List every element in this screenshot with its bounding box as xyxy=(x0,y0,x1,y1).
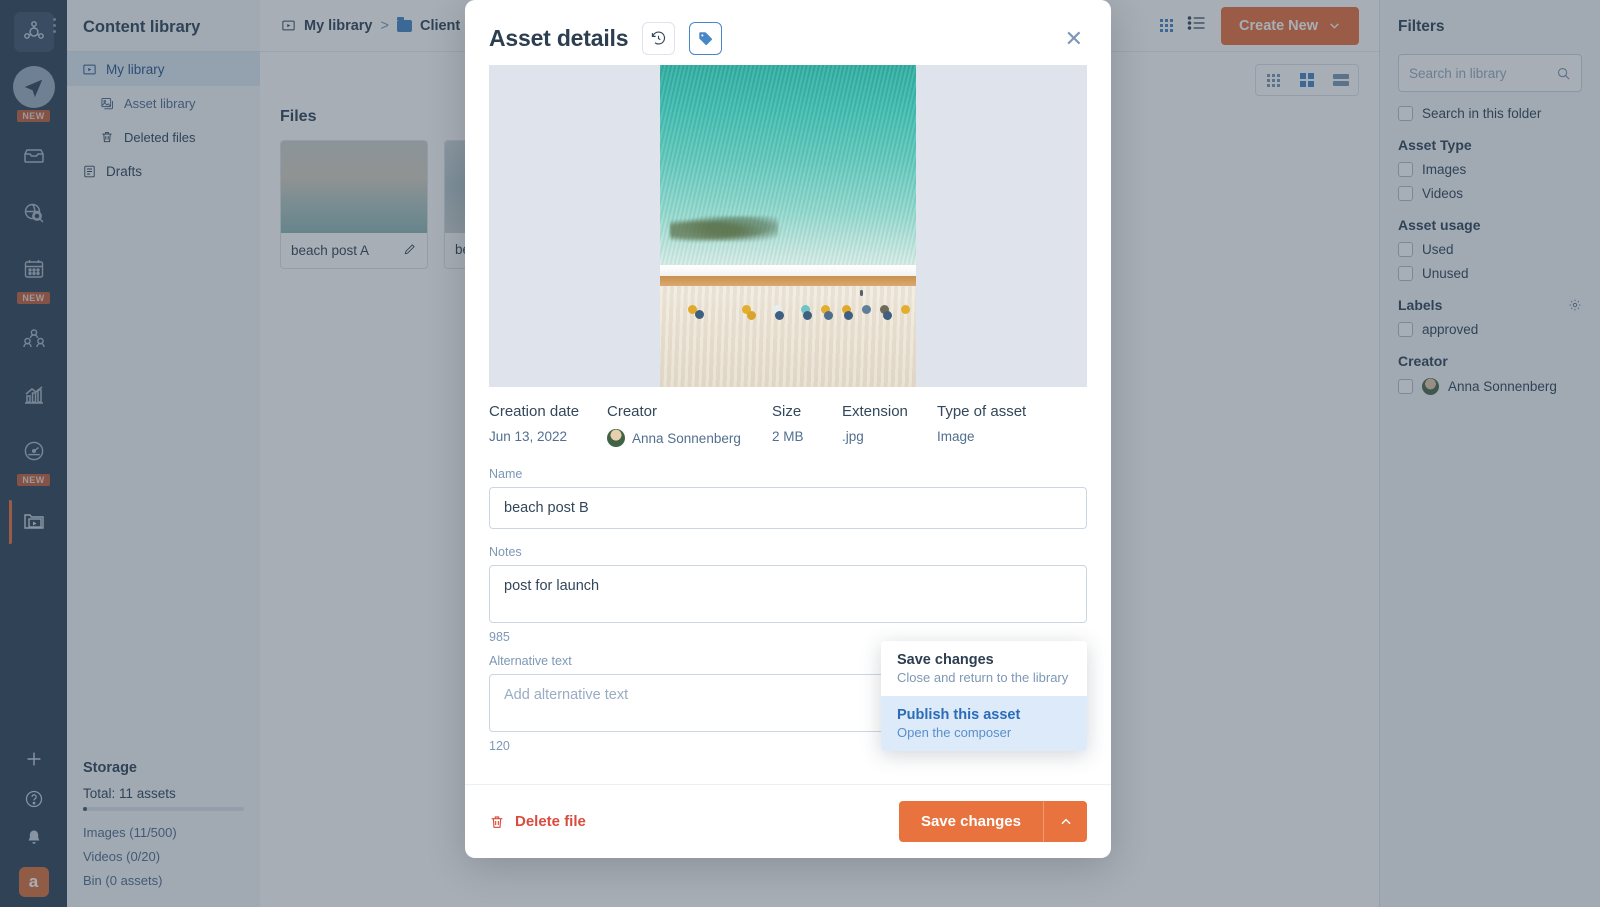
name-input[interactable]: beach post B xyxy=(489,487,1087,529)
modal-header: Asset details ✕ xyxy=(465,0,1111,65)
tags-button[interactable] xyxy=(689,22,723,55)
dropdown-item-subtitle: Open the composer xyxy=(897,725,1012,740)
meta-key: Creation date xyxy=(489,403,580,420)
delete-file-button[interactable]: Delete file xyxy=(489,813,586,830)
meta-key: Creator xyxy=(607,403,658,420)
asset-details-modal: Asset details ✕ Creation date Jun 13, 20… xyxy=(465,0,1111,858)
clock-rewind-icon xyxy=(652,31,666,45)
close-icon[interactable]: ✕ xyxy=(1061,24,1087,54)
notes-input[interactable]: post for launch xyxy=(489,565,1087,623)
tag-icon xyxy=(699,32,713,46)
save-button-group: Save changes xyxy=(898,801,1087,842)
asset-metadata: Creation date Jun 13, 2022 Creator Anna … xyxy=(489,387,1087,451)
dropdown-item-title: Publish this asset xyxy=(897,707,1021,723)
notes-label: Notes xyxy=(489,545,522,559)
modal-footer: Delete file Save changes xyxy=(465,784,1111,858)
meta-value: .jpg xyxy=(842,429,864,444)
dropdown-item-subtitle: Close and return to the library xyxy=(897,670,1069,685)
name-field-group: Name beach post B xyxy=(489,467,1087,529)
dropdown-item-publish-this-asset[interactable]: Publish this asset Open the composer xyxy=(881,696,1087,751)
delete-file-label: Delete file xyxy=(515,813,586,830)
aerial-beach-photo xyxy=(660,65,916,387)
name-label: Name xyxy=(489,467,523,481)
meta-value: Jun 13, 2022 xyxy=(489,429,568,444)
chevron-up-icon xyxy=(1060,818,1071,824)
save-options-toggle[interactable] xyxy=(1043,801,1087,842)
history-button[interactable] xyxy=(642,22,676,55)
dropdown-item-save-changes[interactable]: Save changes Close and return to the lib… xyxy=(881,641,1087,696)
trash-icon xyxy=(491,815,503,828)
meta-key: Type of asset xyxy=(937,403,1027,420)
dropdown-item-title: Save changes xyxy=(897,652,994,668)
meta-value: Image xyxy=(937,429,975,444)
save-button[interactable]: Save changes xyxy=(898,801,1043,842)
avatar xyxy=(607,429,625,447)
page-title: Asset details xyxy=(489,25,629,51)
app-root: NEW NEW NEW a Content library My library… xyxy=(0,0,1600,907)
meta-value: 2 MB xyxy=(772,429,804,444)
creator-name: Anna Sonnenberg xyxy=(632,430,741,446)
asset-preview xyxy=(489,65,1087,387)
notes-field-group: Notes post for launch 985 xyxy=(489,545,1087,644)
meta-key: Size xyxy=(772,403,802,420)
save-options-dropdown[interactable]: Save changes Close and return to the lib… xyxy=(881,641,1087,751)
meta-key: Extension xyxy=(842,403,908,420)
meta-value-creator: Anna Sonnenberg xyxy=(607,429,772,447)
